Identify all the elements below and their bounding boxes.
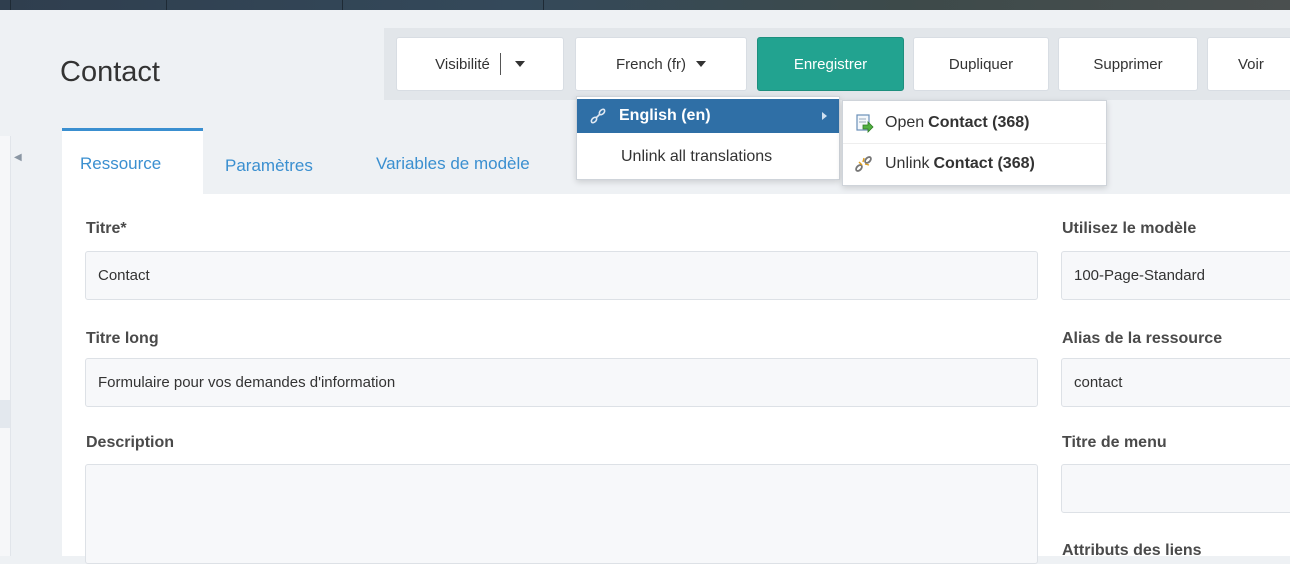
linkattr-label: Attributs des liens xyxy=(1062,542,1202,559)
alias-label: Alias de la ressource xyxy=(1062,330,1223,347)
duplicate-button[interactable]: Dupliquer xyxy=(913,37,1049,91)
title-input[interactable]: Contact xyxy=(85,251,1038,300)
menutitle-input[interactable] xyxy=(1061,464,1290,513)
template-label: Utilisez le modèle xyxy=(1062,220,1197,237)
template-value: 100-Page-Standard xyxy=(1074,267,1205,284)
language-label: French (fr) xyxy=(615,55,686,73)
longtitle-value: Formulaire pour vos demandes d'informati… xyxy=(98,374,396,391)
alias-value: contact xyxy=(1074,374,1123,391)
language-button[interactable]: French (fr) xyxy=(575,37,747,91)
submenu-unlink-name: Contact (368) xyxy=(933,155,1035,172)
navbar-divider xyxy=(10,0,11,10)
tree-panel-highlight xyxy=(0,400,10,428)
tab-variables[interactable]: Variables de modèle xyxy=(376,154,530,174)
tab-parametres[interactable]: Paramètres xyxy=(225,156,313,176)
tree-panel-edge xyxy=(0,136,11,556)
alias-input[interactable]: contact xyxy=(1061,358,1290,407)
save-button[interactable]: Enregistrer xyxy=(757,37,904,91)
navbar-divider xyxy=(543,0,544,10)
title-value: Contact xyxy=(98,267,150,284)
menu-item-english-label: English (en) xyxy=(619,107,711,124)
menu-item-english[interactable]: English (en) xyxy=(577,99,839,133)
link-icon xyxy=(577,106,619,126)
language-dropdown-menu: English (en) Unlink all translations xyxy=(576,96,840,180)
submenu-open-prefix: Open xyxy=(885,114,925,131)
open-document-icon xyxy=(843,113,885,133)
submenu-open-name: Contact (368) xyxy=(928,114,1030,131)
navbar-divider xyxy=(166,0,167,10)
delete-button[interactable]: Supprimer xyxy=(1058,37,1198,91)
description-textarea[interactable] xyxy=(85,464,1038,564)
template-select[interactable]: 100-Page-Standard xyxy=(1061,251,1290,300)
tab-ressource[interactable]: Ressource xyxy=(80,154,161,174)
view-button[interactable]: Voir xyxy=(1207,37,1290,91)
submenu-unlink-contact[interactable]: Unlink Contact (368) xyxy=(843,143,1106,184)
chevron-right-icon xyxy=(822,112,827,120)
visibility-button[interactable]: Visibilité xyxy=(396,37,564,91)
submenu-unlink-prefix: Unlink xyxy=(885,155,930,172)
top-navbar-strip xyxy=(0,0,1290,10)
language-submenu: Open Contact (368) Unlink Contact (368) xyxy=(842,100,1107,186)
left-sidebar xyxy=(0,10,40,556)
chevron-down-icon xyxy=(696,61,706,67)
button-divider xyxy=(499,53,501,75)
longtitle-input[interactable]: Formulaire pour vos demandes d'informati… xyxy=(85,358,1038,407)
collapse-sidebar-icon[interactable]: ◀ xyxy=(14,152,22,163)
longtitle-label: Titre long xyxy=(86,330,159,347)
title-label: Titre* xyxy=(86,220,127,237)
page-title: Contact xyxy=(60,56,160,88)
menutitle-label: Titre de menu xyxy=(1062,434,1167,451)
description-label: Description xyxy=(86,434,175,451)
navbar-divider xyxy=(342,0,343,10)
submenu-open-contact[interactable]: Open Contact (368) xyxy=(843,103,1106,143)
visibility-label: Visibilité xyxy=(435,55,490,73)
menu-item-unlink-all[interactable]: Unlink all translations xyxy=(577,140,839,174)
chevron-down-icon xyxy=(514,61,525,67)
unlink-icon xyxy=(843,154,885,174)
